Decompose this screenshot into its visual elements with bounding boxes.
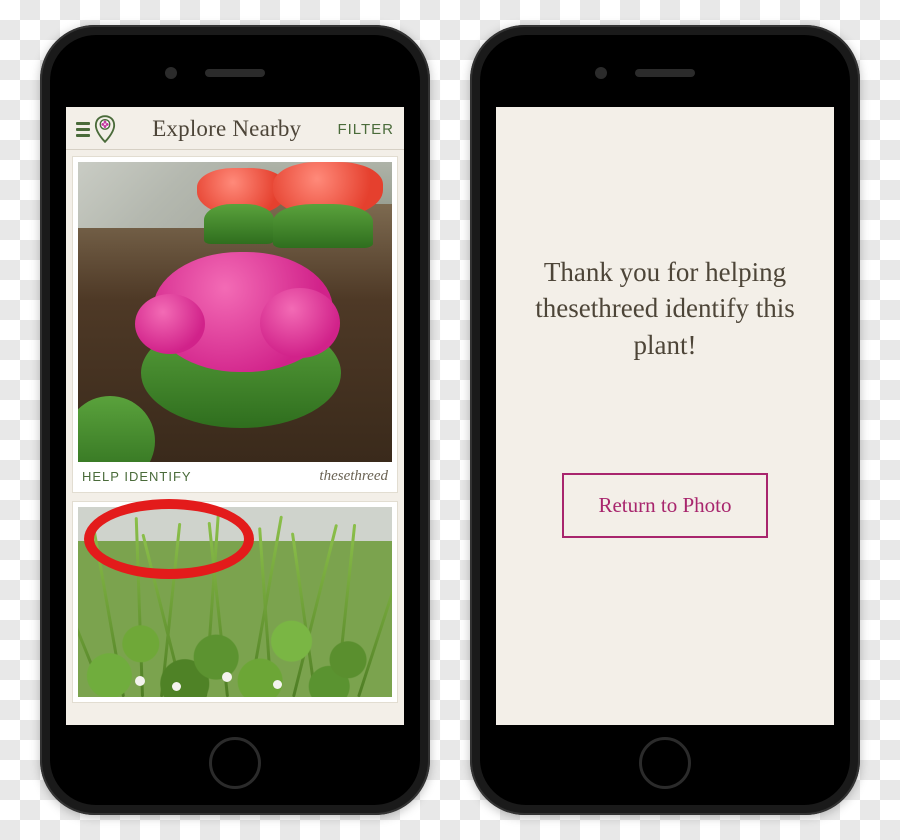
screen-thankyou: Thank you for helping thesethreed identi… [496,107,834,725]
thankyou-message: Thank you for helping thesethreed identi… [522,254,808,363]
filter-button[interactable]: FILTER [337,121,394,138]
help-identify-button[interactable]: HELP IDENTIFY [82,469,192,484]
phone-frame-left: Explore Nearby FILTER [40,25,430,815]
flower-pin-icon [94,115,116,143]
card-footer: HELP IDENTIFY thesethreed [78,462,392,487]
menu-icon[interactable] [76,122,90,137]
app-header: Explore Nearby FILTER [66,107,404,150]
phone-camera [595,67,607,79]
card-username[interactable]: thesethreed [319,468,388,485]
phone-speaker [205,69,265,77]
plant-photo[interactable] [78,507,392,697]
screen-explore: Explore Nearby FILTER [66,107,404,725]
phone-bezel: Explore Nearby FILTER [50,35,420,805]
feed-list[interactable]: HELP IDENTIFY thesethreed [66,150,404,709]
home-button[interactable] [209,737,261,789]
phone-camera [165,67,177,79]
page-title: Explore Nearby [116,116,337,142]
feed-card[interactable] [72,501,398,703]
return-to-photo-button[interactable]: Return to Photo [562,473,767,538]
feed-card[interactable]: HELP IDENTIFY thesethreed [72,156,398,493]
plant-photo[interactable] [78,162,392,462]
thankyou-content: Thank you for helping thesethreed identi… [496,107,834,725]
phone-frame-right: Thank you for helping thesethreed identi… [470,25,860,815]
phone-speaker [635,69,695,77]
menu-logo-group[interactable] [76,115,116,143]
phone-bezel: Thank you for helping thesethreed identi… [480,35,850,805]
home-button[interactable] [639,737,691,789]
